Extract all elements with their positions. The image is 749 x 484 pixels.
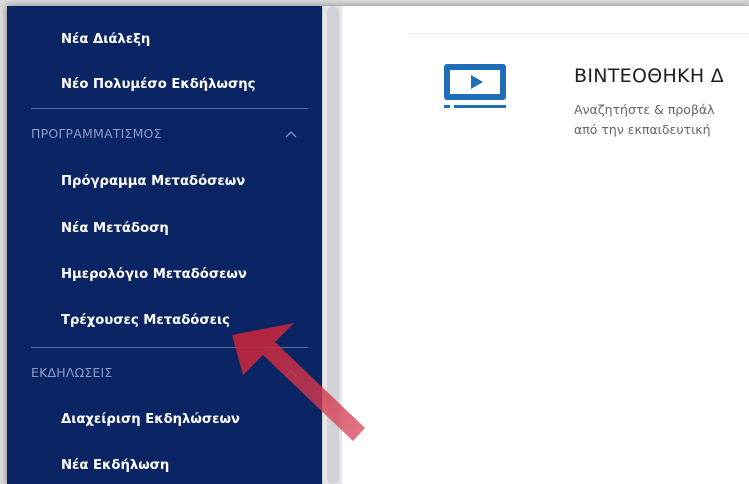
sidebar-item-new-event-media[interactable]: Νέο Πολυμέσο Εκδήλωσης (61, 77, 255, 92)
menu-divider (31, 108, 308, 109)
sidebar-item-broadcast-schedule[interactable]: Πρόγραμμα Μεταδόσεων (61, 174, 245, 189)
section-header-scheduling[interactable]: ΠΡΟΓΡΑΜΜΑΤΙΣΜΟΣ (31, 126, 298, 141)
sidebar-item-new-event[interactable]: Νέα Εκδήλωση (61, 458, 169, 473)
section-title: ΠΡΟΓΡΑΜΜΑΤΙΣΜΟΣ (31, 126, 162, 141)
card-description-line: Αναζητήστε & προβάλ (574, 102, 715, 117)
scrollbar-thumb[interactable] (327, 6, 339, 484)
sidebar-item-broadcast-calendar[interactable]: Ημερολόγιο Μεταδόσεων (61, 267, 247, 282)
card-description-line: από την εκπαιδευτική (574, 122, 711, 137)
section-title: ΕΚΔΗΛΩΣΕΙΣ (31, 365, 113, 380)
sidebar-scrollbar[interactable] (322, 6, 342, 484)
sidebar-item-new-broadcast[interactable]: Νέα Μετάδοση (61, 221, 169, 236)
sidebar-item-current-broadcasts[interactable]: Τρέχουσες Μεταδόσεις (61, 313, 230, 328)
menu-divider (31, 347, 308, 348)
video-play-icon[interactable] (441, 62, 511, 110)
sidebar-menu: Νέα Διάλεξη Νέο Πολυμέσο Εκδήλωσης ΠΡΟΓΡ… (7, 6, 322, 484)
card-title[interactable]: ΒΙΝΤΕΟΘΗΚΗ Δ (574, 65, 724, 87)
section-header-events[interactable]: ΕΚΔΗΛΩΣΕΙΣ (31, 365, 298, 380)
content-divider (409, 33, 749, 34)
card-description: Αναζητήστε & προβάλ από την εκπαιδευτική (574, 100, 715, 140)
main-content: ΒΙΝΤΕΟΘΗΚΗ Δ Αναζητήστε & προβάλ από την… (343, 6, 749, 484)
sidebar-item-new-lecture[interactable]: Νέα Διάλεξη (61, 32, 150, 47)
chevron-up-icon (285, 130, 297, 137)
chevron-up-icon (285, 369, 297, 376)
sidebar-item-manage-events[interactable]: Διαχείριση Εκδηλώσεων (61, 412, 240, 427)
